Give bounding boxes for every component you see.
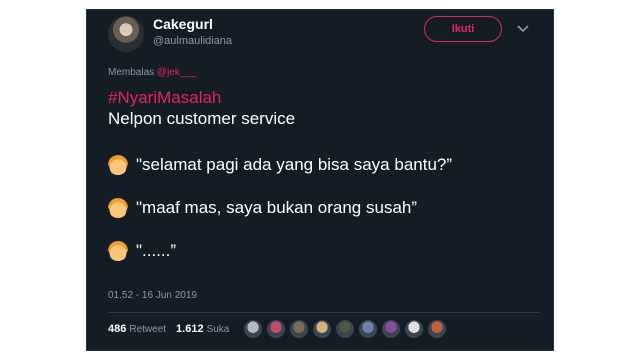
- tweet-line-text: "maaf mas, saya bukan orang susah”: [136, 198, 418, 217]
- retweet-label[interactable]: Retweet: [129, 324, 166, 335]
- like-label[interactable]: Suka: [207, 324, 230, 335]
- avatar-6[interactable]: [358, 319, 378, 339]
- avatar-5[interactable]: [335, 319, 355, 339]
- chevron-down-icon[interactable]: [515, 20, 531, 36]
- reply-mention-link[interactable]: @jek___: [157, 67, 197, 78]
- avatar-3[interactable]: [289, 319, 309, 339]
- tweet-line-text: Nelpon customer service: [108, 109, 296, 128]
- reply-context: Membalas @jek___: [108, 67, 197, 78]
- like-count[interactable]: 1.612: [176, 323, 204, 335]
- liker-avatars: [243, 319, 450, 339]
- tweet-line-text: "selamat pagi ada yang bisa saya bantu?”: [136, 155, 453, 174]
- tweet-line: "maaf mas, saya bukan orang susah”: [108, 197, 539, 218]
- tweet-line-text: "......”: [136, 241, 177, 260]
- avatar-4[interactable]: [312, 319, 332, 339]
- timestamp[interactable]: 01.52 - 16 Jun 2019: [108, 290, 197, 301]
- tweet-line: "selamat pagi ada yang bisa saya bantu?”: [108, 154, 539, 175]
- engagement-stats: 486 Retweet 1.612 Suka: [108, 323, 229, 335]
- follow-button[interactable]: Ikuti: [424, 16, 502, 42]
- man-emoji-icon: [108, 240, 128, 261]
- man-emoji-icon: [108, 197, 128, 218]
- user-handle[interactable]: @aulmaulidiana: [153, 35, 232, 47]
- tweet-line: "......”: [108, 240, 539, 261]
- tweet-card: Cakegurl @aulmaulidiana Ikuti Membalas @…: [86, 9, 554, 351]
- avatar-8[interactable]: [404, 319, 424, 339]
- reply-prefix: Membalas: [108, 67, 155, 78]
- hashtag-link[interactable]: #NyariMasalah: [108, 87, 539, 108]
- divider: [108, 312, 539, 313]
- avatar-2[interactable]: [266, 319, 286, 339]
- avatar[interactable]: [108, 16, 144, 52]
- avatar-7[interactable]: [381, 319, 401, 339]
- display-name[interactable]: Cakegurl: [153, 16, 213, 32]
- tweet-line: Nelpon customer service: [108, 108, 539, 129]
- tweet-text: #NyariMasalah Nelpon customer service "s…: [108, 87, 539, 261]
- man-emoji-icon: [108, 154, 128, 175]
- retweet-count[interactable]: 486: [108, 323, 126, 335]
- avatar-1[interactable]: [243, 319, 263, 339]
- avatar-9[interactable]: [427, 319, 447, 339]
